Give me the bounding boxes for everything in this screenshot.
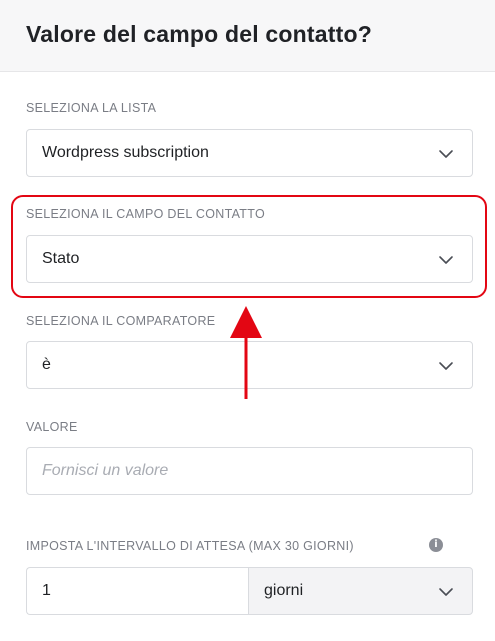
contact-field-label: SELEZIONA IL CAMPO DEL CONTATTO — [26, 207, 265, 221]
page-title: Valore del campo del contatto? — [26, 21, 372, 47]
chevron-down-icon — [439, 150, 453, 158]
list-select[interactable]: Wordpress subscription — [26, 129, 473, 177]
value-label: VALORE — [26, 420, 78, 434]
contact-field-select[interactable]: Stato — [26, 235, 473, 283]
wait-amount-input[interactable]: 1 — [26, 567, 248, 615]
list-select-value: Wordpress subscription — [42, 144, 209, 161]
value-input-placeholder: Fornisci un valore — [42, 462, 169, 479]
chevron-down-icon — [439, 256, 453, 264]
comparator-value: è — [42, 356, 51, 373]
arrow-up-icon — [230, 306, 262, 399]
contact-field-value: Stato — [42, 250, 80, 267]
chevron-down-icon — [439, 588, 453, 596]
chevron-down-icon — [439, 362, 453, 370]
wait-interval-label: IMPOSTA L'INTERVALLO DI ATTESA (MAX 30 G… — [26, 539, 354, 553]
value-input[interactable]: Fornisci un valore — [26, 447, 473, 495]
wait-unit-value: giorni — [264, 582, 304, 599]
wait-amount-value: 1 — [42, 582, 51, 599]
comparator-label: SELEZIONA IL COMPARATORE — [26, 314, 216, 328]
info-icon[interactable]: i — [429, 538, 443, 552]
panel-header: Valore del campo del contatto? — [0, 0, 495, 72]
wait-unit-select[interactable]: giorni — [248, 567, 473, 615]
list-select-label: SELEZIONA LA LISTA — [26, 101, 157, 115]
